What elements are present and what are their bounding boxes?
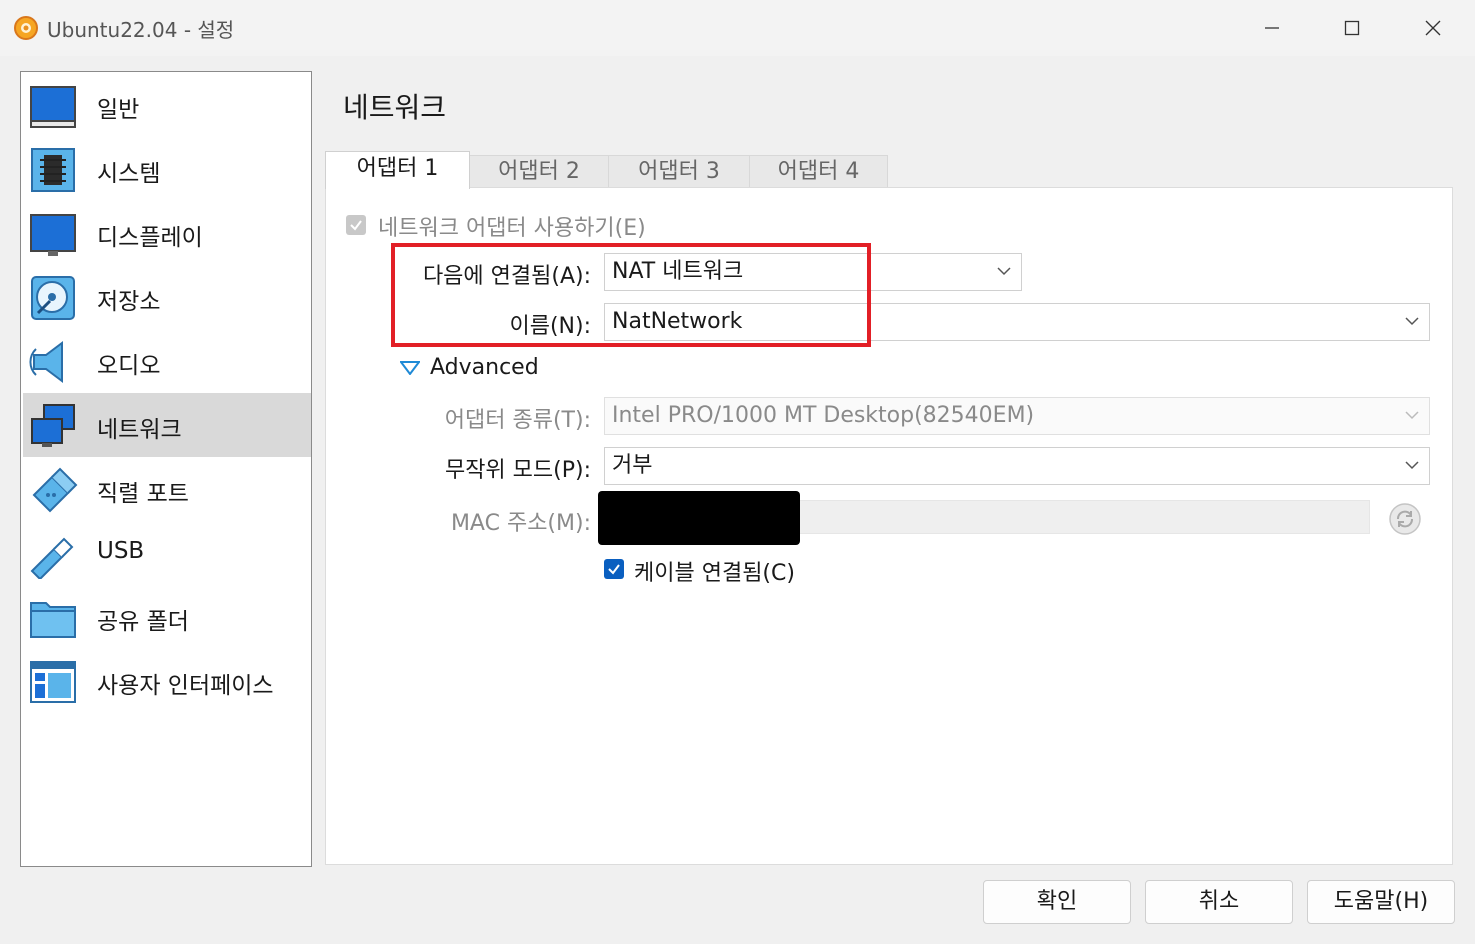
tab-adapter-2[interactable]: 어댑터 2 bbox=[469, 155, 609, 188]
advanced-toggle-label[interactable]: Advanced bbox=[430, 355, 539, 380]
maximize-button[interactable] bbox=[1322, 8, 1382, 48]
promiscuous-mode-select[interactable]: 거부 bbox=[604, 447, 1430, 485]
display-icon bbox=[30, 214, 76, 256]
sidebar-item-display[interactable]: 디스플레이 bbox=[23, 201, 311, 265]
help-button[interactable]: 도움말(H) bbox=[1307, 880, 1455, 924]
adapter-type-select[interactable]: Intel PRO/1000 MT Desktop(82540EM) bbox=[604, 397, 1430, 435]
promiscuous-mode-label: 무작위 모드(P): bbox=[444, 458, 591, 483]
chevron-down-icon bbox=[1405, 411, 1419, 420]
sidebar-item-general[interactable]: 일반 bbox=[23, 73, 311, 137]
cable-connected-label: 케이블 연결됨(C) bbox=[634, 561, 795, 586]
sidebar-item-network[interactable]: 네트워크 bbox=[23, 393, 311, 457]
checkmark-icon bbox=[608, 564, 620, 575]
sidebar-item-system[interactable]: 시스템 bbox=[23, 137, 311, 201]
page-title: 네트워크 bbox=[343, 91, 447, 124]
refresh-mac-icon[interactable] bbox=[1388, 502, 1422, 536]
virtualbox-icon bbox=[14, 16, 38, 40]
sidebar-item-label: 네트워크 bbox=[97, 417, 182, 443]
sidebar-item-label: 저장소 bbox=[97, 289, 161, 315]
user-interface-icon bbox=[30, 661, 76, 703]
promiscuous-mode-value: 거부 bbox=[612, 453, 653, 478]
sidebar-item-label: USB bbox=[97, 538, 145, 564]
window-title: Ubuntu22.04 - 설정 bbox=[47, 18, 235, 42]
title-bar: Ubuntu22.04 - 설정 bbox=[0, 0, 1475, 56]
adapter-type-label: 어댑터 종류(T): bbox=[444, 408, 591, 433]
highlight-box bbox=[391, 243, 871, 347]
sidebar-item-label: 공유 폴더 bbox=[97, 609, 189, 635]
sidebar-item-label: 일반 bbox=[97, 97, 140, 123]
tab-adapter-4[interactable]: 어댑터 4 bbox=[749, 155, 888, 188]
cancel-button[interactable]: 취소 bbox=[1145, 880, 1293, 924]
expand-triangle-icon[interactable] bbox=[400, 361, 420, 375]
sidebar-item-label: 사용자 인터페이스 bbox=[97, 673, 274, 699]
sidebar-item-label: 직렬 포트 bbox=[97, 481, 189, 507]
chevron-down-icon bbox=[997, 267, 1011, 276]
minimize-button[interactable] bbox=[1242, 8, 1302, 48]
shared-folder-icon bbox=[30, 602, 76, 638]
enable-adapter-label: 네트워크 어댑터 사용하기(E) bbox=[378, 216, 646, 241]
checkmark-icon bbox=[350, 220, 362, 231]
close-icon bbox=[1425, 20, 1441, 36]
chevron-down-icon bbox=[1405, 317, 1419, 326]
storage-icon bbox=[31, 276, 75, 320]
redaction-block bbox=[598, 491, 800, 545]
adapter-type-value: Intel PRO/1000 MT Desktop(82540EM) bbox=[612, 403, 1035, 428]
enable-adapter-checkbox[interactable] bbox=[346, 215, 366, 235]
sidebar-item-user-interface[interactable]: 사용자 인터페이스 bbox=[23, 649, 311, 713]
sidebar-item-label: 디스플레이 bbox=[97, 225, 203, 251]
minimize-icon bbox=[1265, 27, 1279, 29]
sidebar-item-storage[interactable]: 저장소 bbox=[23, 265, 311, 329]
audio-icon bbox=[29, 341, 63, 383]
cable-connected-checkbox[interactable] bbox=[604, 559, 624, 579]
tab-adapter-3[interactable]: 어댑터 3 bbox=[608, 155, 750, 188]
chevron-down-icon bbox=[1405, 461, 1419, 470]
sidebar-item-serial-port[interactable]: 직렬 포트 bbox=[23, 457, 311, 521]
tab-adapter-1[interactable]: 어댑터 1 bbox=[325, 151, 470, 189]
settings-sidebar: 일반 시스템 디스플레이 저장소 오디오 네트워크 직렬 포트 USB 공유 폴… bbox=[20, 71, 312, 867]
sidebar-item-audio[interactable]: 오디오 bbox=[23, 329, 311, 393]
maximize-icon bbox=[1344, 20, 1360, 36]
ok-button[interactable]: 확인 bbox=[983, 880, 1131, 924]
network-icon bbox=[31, 404, 75, 447]
sidebar-item-label: 오디오 bbox=[97, 353, 161, 379]
sidebar-item-usb[interactable]: USB bbox=[23, 521, 311, 585]
general-icon bbox=[30, 86, 76, 128]
close-button[interactable] bbox=[1403, 8, 1463, 48]
mac-address-label: MAC 주소(M): bbox=[450, 511, 591, 536]
sidebar-item-shared-folder[interactable]: 공유 폴더 bbox=[23, 585, 311, 649]
serial-port-icon bbox=[32, 467, 78, 513]
usb-icon bbox=[30, 537, 74, 579]
sidebar-item-label: 시스템 bbox=[97, 161, 161, 187]
system-icon bbox=[31, 148, 75, 192]
